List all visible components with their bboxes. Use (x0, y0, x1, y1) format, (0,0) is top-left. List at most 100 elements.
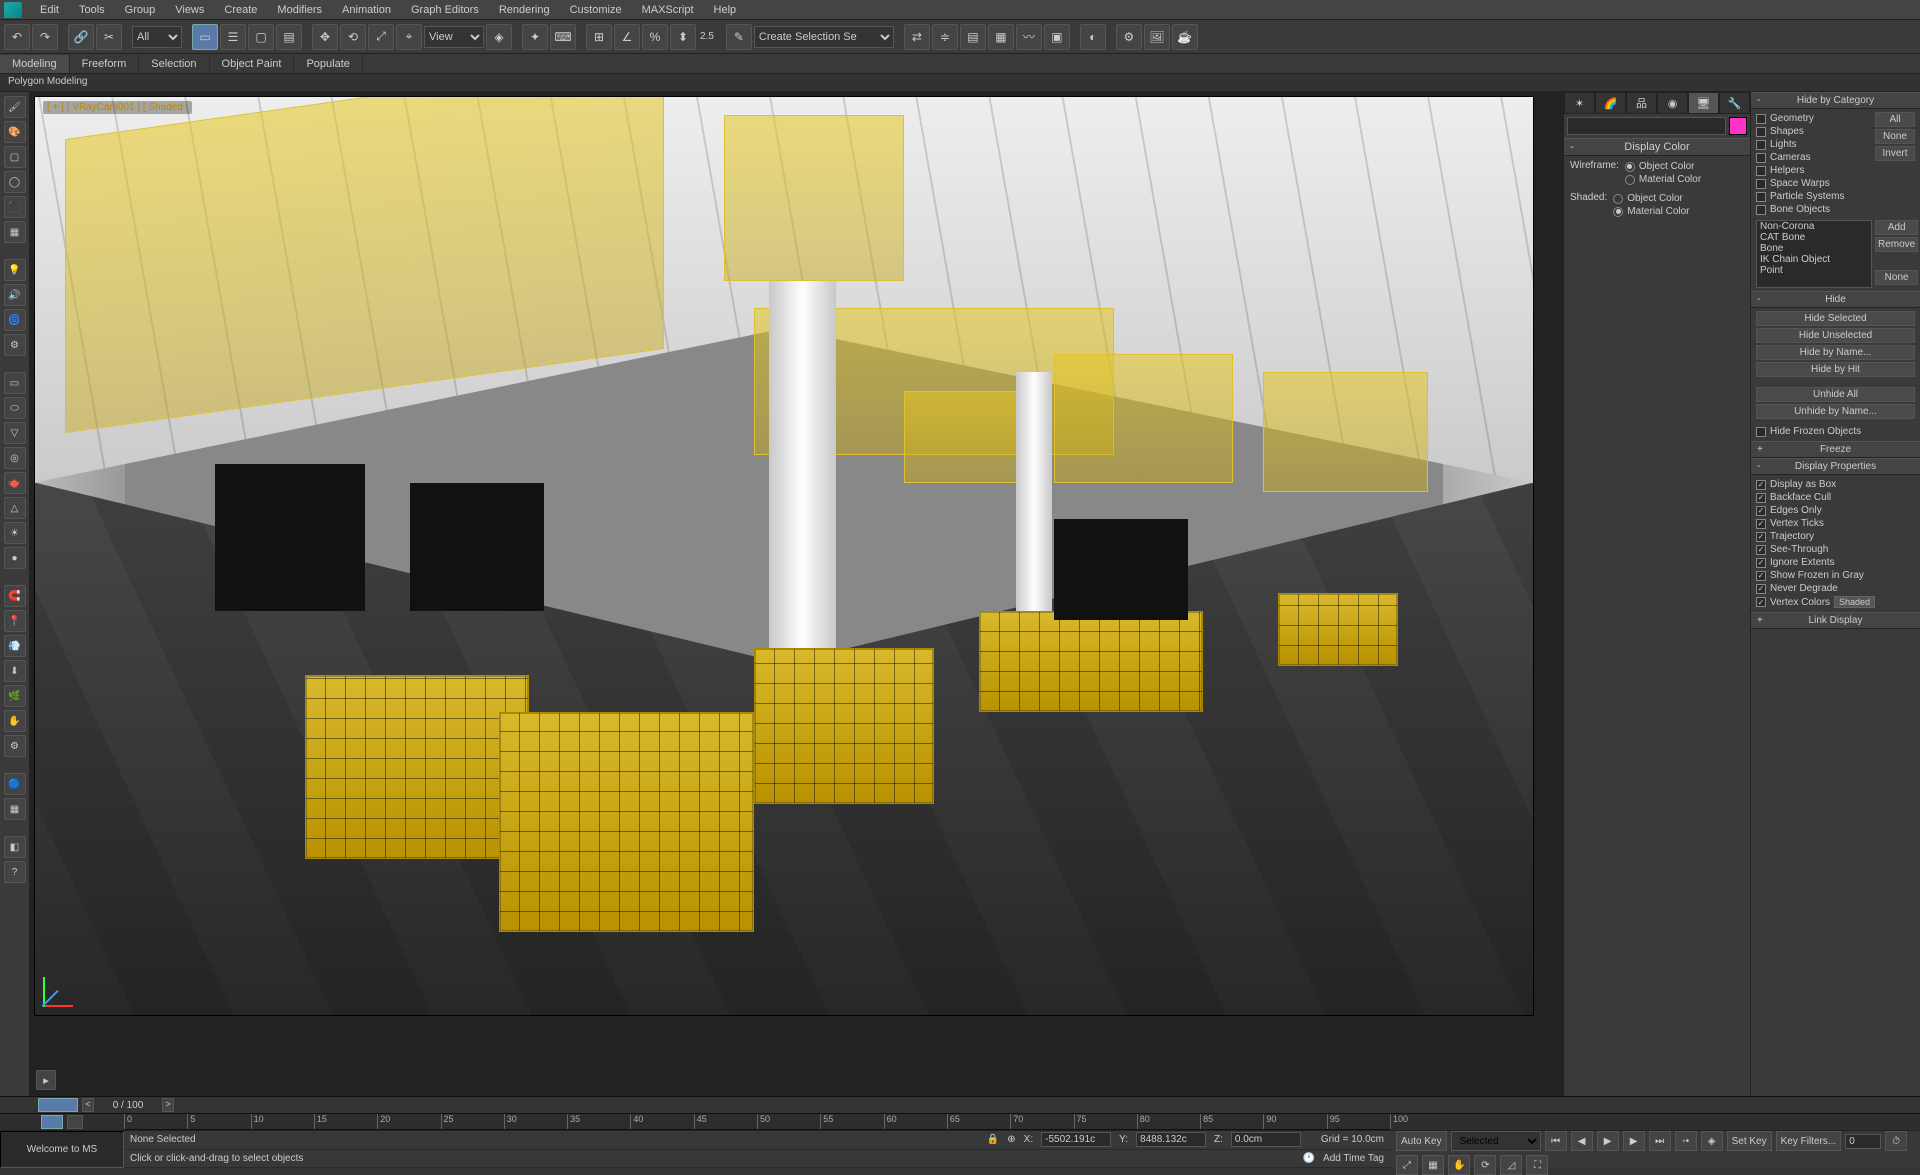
key-filters-button[interactable]: Key Filters... (1776, 1131, 1842, 1151)
move-button[interactable]: ✥ (312, 24, 338, 50)
menu-group[interactable]: Group (115, 2, 166, 18)
rendered-frame-button[interactable]: 🖼 (1144, 24, 1170, 50)
btn-hide-by-name[interactable]: Hide by Name... (1756, 345, 1915, 360)
menu-create[interactable]: Create (214, 2, 267, 18)
grass-icon[interactable]: 🌿 (4, 685, 26, 707)
gear-icon[interactable]: ⚙ (4, 735, 26, 757)
chk-space-warps[interactable]: Space Warps (1756, 177, 1872, 190)
settings-red-icon[interactable]: ⚙ (4, 334, 26, 356)
unknown-icon[interactable]: ◧ (4, 836, 26, 858)
pyramid-icon[interactable]: △ (4, 497, 26, 519)
palette-icon[interactable]: 🎨 (4, 121, 26, 143)
calendar-icon[interactable]: ▦ (4, 221, 26, 243)
time-tag-icon[interactable]: 🕐 (1303, 1153, 1315, 1164)
btn-list-remove[interactable]: Remove (1875, 237, 1918, 252)
btn-unhide-all[interactable]: Unhide All (1756, 387, 1915, 402)
btn-hide-selected[interactable]: Hide Selected (1756, 311, 1915, 326)
chk-ignore-extents[interactable]: Ignore Extents (1756, 556, 1915, 569)
wind-icon[interactable]: 💨 (4, 635, 26, 657)
chk-hide-frozen[interactable]: Hide Frozen Objects (1756, 425, 1915, 438)
shaded-material-color-radio[interactable]: Material Color (1613, 205, 1689, 218)
list-item[interactable]: CAT Bone (1757, 232, 1871, 243)
shaded-object-color-radio[interactable]: Object Color (1613, 192, 1689, 205)
ribbon-tab-selection[interactable]: Selection (139, 55, 209, 73)
menu-help[interactable]: Help (704, 2, 747, 18)
fov-button[interactable]: ◿ (1500, 1155, 1522, 1175)
next-frame-button[interactable]: ▶ (1623, 1131, 1645, 1151)
menu-modifiers[interactable]: Modifiers (267, 2, 332, 18)
layer-explorer-button[interactable]: ▤ (960, 24, 986, 50)
menu-views[interactable]: Views (165, 2, 214, 18)
sphere-icon[interactable]: ◯ (4, 171, 26, 193)
torus-icon[interactable]: ◎ (4, 447, 26, 469)
material-editor-button[interactable]: ◐ (1080, 24, 1106, 50)
zoom-extents-button[interactable]: ⤢ (1396, 1155, 1418, 1175)
redo-button[interactable]: ↷ (32, 24, 58, 50)
prev-frame-button[interactable]: ◀ (1571, 1131, 1593, 1151)
gravity-icon[interactable]: ⬇ (4, 660, 26, 682)
ellipse-icon[interactable]: ⬭ (4, 397, 26, 419)
mirror-button[interactable]: ⇄ (904, 24, 930, 50)
window-crossing-button[interactable]: ▤ (276, 24, 302, 50)
plane-icon[interactable]: ▭ (4, 372, 26, 394)
cmd-tab-motion[interactable]: ◉ (1657, 92, 1688, 114)
auto-key-button[interactable]: Auto Key (1396, 1131, 1447, 1151)
ribbon-tab-modeling[interactable]: Modeling (0, 55, 70, 73)
btn-cat-all[interactable]: All (1875, 112, 1915, 127)
list-item[interactable]: IK Chain Object (1757, 254, 1871, 265)
select-manipulate-button[interactable]: ✦ (522, 24, 548, 50)
current-frame-field[interactable]: 0 (1845, 1134, 1881, 1149)
teapot-icon[interactable]: 🫖 (4, 472, 26, 494)
toggle-ribbon-button[interactable]: ▦ (988, 24, 1014, 50)
named-selection-edit-button[interactable]: ✎ (726, 24, 752, 50)
cylinder-icon[interactable]: ⬛ (4, 196, 26, 218)
wireframe-object-color-radio[interactable]: Object Color (1625, 160, 1701, 173)
viewport[interactable]: [ + ] [ VRayCam001 ] [ Shaded ] (34, 96, 1534, 1016)
pan-button[interactable]: ✋ (1448, 1155, 1470, 1175)
spinner-snap-button[interactable]: ⬍ (670, 24, 696, 50)
zoom-all-button[interactable]: ▦ (1422, 1155, 1444, 1175)
yellow-sphere-icon[interactable]: ● (4, 547, 26, 569)
maximize-viewport-button[interactable]: ⛶ (1526, 1155, 1548, 1175)
btn-unhide-by-name[interactable]: Unhide by Name... (1756, 404, 1915, 419)
select-object-button[interactable]: ▭ (192, 24, 218, 50)
render-production-button[interactable]: ☕ (1172, 24, 1198, 50)
cmd-tab-display[interactable]: 🖥 (1688, 92, 1719, 114)
sound-icon[interactable]: 🔊 (4, 284, 26, 306)
select-by-name-button[interactable]: ☰ (220, 24, 246, 50)
btn-list-add[interactable]: Add (1875, 220, 1918, 235)
keyboard-shortcut-button[interactable]: ⌨ (550, 24, 576, 50)
hand-icon[interactable]: ✋ (4, 710, 26, 732)
ribbon-tab-populate[interactable]: Populate (294, 55, 362, 73)
curve-editor-button[interactable]: 〰 (1016, 24, 1042, 50)
link-button[interactable]: 🔗 (68, 24, 94, 50)
named-selection-dropdown[interactable]: Create Selection Se (754, 26, 894, 48)
ribbon-tab-freeform[interactable]: Freeform (70, 55, 140, 73)
cmd-tab-create[interactable]: ✶ (1564, 92, 1595, 114)
maxscript-mini-listener[interactable]: Welcome to MS (0, 1131, 124, 1168)
chk-particle-systems[interactable]: Particle Systems (1756, 190, 1872, 203)
rollout-display-properties[interactable]: Display Properties (1751, 458, 1920, 475)
app-icon[interactable] (4, 2, 22, 18)
chk-vertex-colors[interactable]: Vertex Colors Shaded (1756, 595, 1915, 609)
snap-toggle-button[interactable]: ⊞ (586, 24, 612, 50)
vertex-colors-shaded-button[interactable]: Shaded (1834, 596, 1875, 608)
viewport-flyout-button[interactable]: ▸ (36, 1070, 56, 1090)
category-list[interactable]: Non-Corona CAT Bone Bone IK Chain Object… (1756, 220, 1872, 288)
coord-z-field[interactable]: 0.0cm (1231, 1132, 1301, 1147)
menu-edit[interactable]: Edit (30, 2, 69, 18)
chk-shapes[interactable]: Shapes (1756, 125, 1872, 138)
time-config-button[interactable]: ⏱ (1885, 1131, 1907, 1151)
chk-backface-cull[interactable]: Backface Cull (1756, 491, 1915, 504)
rollout-freeze[interactable]: Freeze (1751, 441, 1920, 458)
goto-end-button[interactable]: ⏭ (1649, 1131, 1671, 1151)
coord-x-field[interactable]: -5502.191c (1041, 1132, 1111, 1147)
menu-customize[interactable]: Customize (560, 2, 632, 18)
selection-filter-dropdown[interactable]: All (132, 26, 182, 48)
chk-display-as-box[interactable]: Display as Box (1756, 478, 1915, 491)
rollout-link-display[interactable]: Link Display (1751, 612, 1920, 629)
render-setup-button[interactable]: ⚙ (1116, 24, 1142, 50)
lock-icon[interactable]: 🔒 (987, 1134, 999, 1145)
rotate-button[interactable]: ⟲ (340, 24, 366, 50)
placement-button[interactable]: ⌖ (396, 24, 422, 50)
